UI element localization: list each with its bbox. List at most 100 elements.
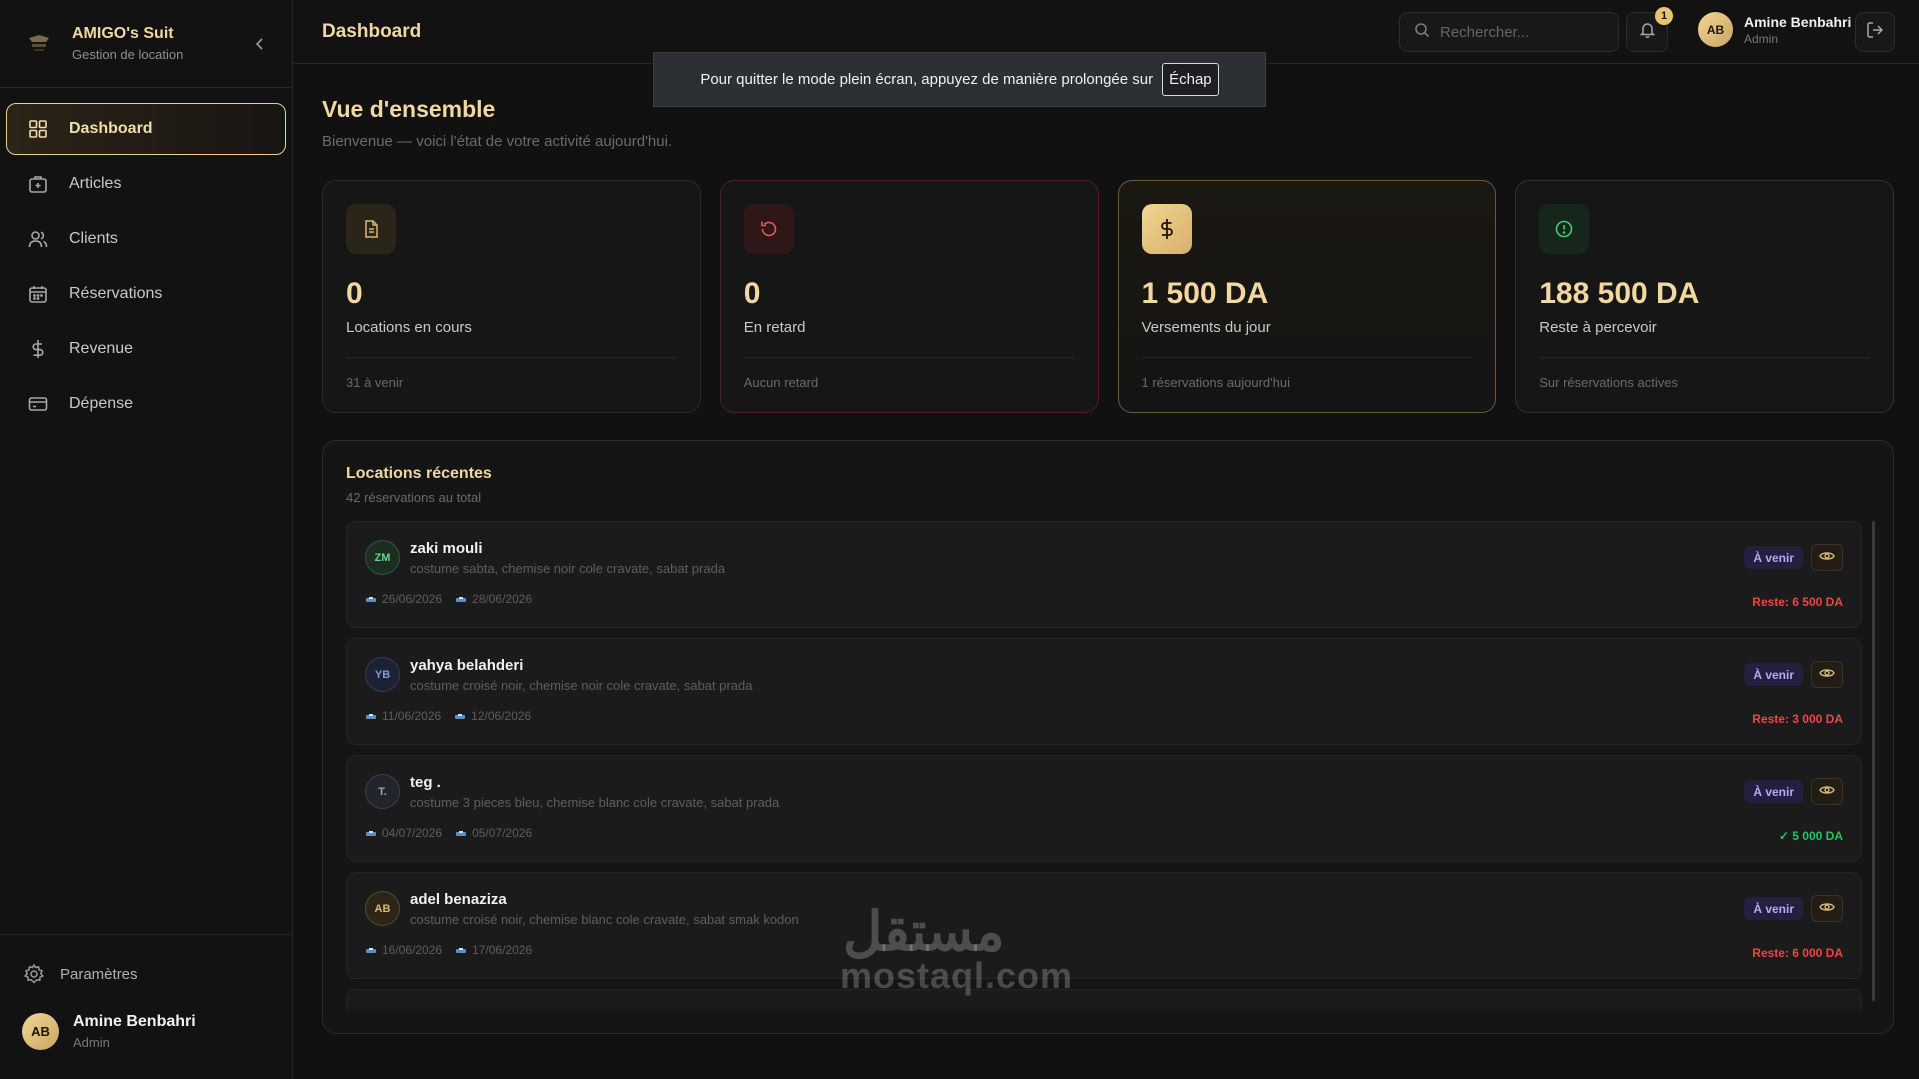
package-icon — [27, 173, 49, 195]
rented-items: costume sabta, chemise noir cole cravate… — [410, 561, 726, 576]
search-input[interactable] — [1440, 23, 1610, 41]
sidebar-item-articles[interactable]: Articles — [6, 158, 286, 210]
sidebar-item-reservations[interactable]: Réservations — [6, 268, 286, 320]
stat-card-locations: 0 Locations en cours 31 à venir — [322, 180, 701, 413]
status-badge: À venir — [1744, 663, 1803, 686]
rental-dates: 04/07/2026 05/07/2026 — [366, 826, 532, 840]
calendar-icon — [27, 283, 49, 305]
avatar: AB — [1698, 12, 1733, 47]
rented-items: costume 3 pieces bleu, chemise blanc col… — [410, 795, 780, 810]
user-role: Admin — [1744, 31, 1779, 46]
user-name: Amine Benbahri — [73, 1013, 196, 1030]
brand-logo-icon — [24, 29, 54, 59]
eye-icon — [1819, 666, 1835, 684]
avatar: AB — [22, 1013, 59, 1050]
fullscreen-toast: Pour quitter le mode plein écran, appuye… — [653, 52, 1266, 107]
stat-footnote: 31 à venir — [346, 375, 404, 390]
client-name: adel benaziza — [410, 891, 507, 908]
avatar: YB — [365, 657, 400, 692]
users-icon — [27, 228, 49, 250]
amount-label: Reste: 6 500 DA — [1752, 595, 1843, 609]
status-badge: À venir — [1744, 780, 1803, 803]
user-name: Amine Benbahri — [1744, 13, 1852, 30]
divider — [743, 357, 1075, 358]
sidebar-item-label: Revenue — [69, 340, 134, 357]
stat-value: 0 — [743, 277, 761, 310]
amount-label: Reste: 6 000 DA — [1752, 946, 1843, 960]
list-item[interactable]: AB adel benaziza costume croisé noir, ch… — [346, 872, 1862, 979]
client-name: yahya belahderi — [410, 657, 524, 674]
amount-label: Reste: 3 000 DA — [1752, 712, 1843, 726]
sidebar-item-depense[interactable]: Dépense — [6, 378, 286, 430]
amount-label: ✓ 5 000 DA — [1778, 829, 1843, 843]
logout-button[interactable] — [1855, 12, 1895, 52]
stat-value: 1 500 DA — [1141, 277, 1269, 310]
watermark-latin: mostaql.com — [840, 955, 1074, 996]
sidebar-item-label: Réservations — [69, 285, 163, 302]
watermark-arabic: مستقل — [843, 902, 1005, 962]
stat-card-reste: 188 500 DA Reste à percevoir Sur réserva… — [1515, 180, 1894, 413]
stat-label: Versements du jour — [1141, 319, 1271, 336]
list-item[interactable]: YB yahya belahderi costume croisé noir, … — [346, 638, 1862, 745]
list-item[interactable] — [346, 989, 1862, 1009]
user-role: Admin — [73, 1035, 110, 1050]
brand-subtitle: Gestion de location — [72, 47, 184, 62]
section-title: Locations récentes — [346, 465, 492, 482]
section-subtitle: 42 réservations au total — [346, 490, 482, 505]
list-item[interactable]: T. teg . costume 3 pieces bleu, chemise … — [346, 755, 1862, 862]
bell-icon — [1639, 21, 1656, 43]
page-title-header: Dashboard — [322, 21, 422, 42]
calendar-icon — [456, 826, 467, 840]
start-date: 04/07/2026 — [382, 826, 443, 840]
rental-list: ZM zaki mouli costume sabta, chemise noi… — [346, 521, 1875, 1009]
sidebar-item-label: Dashboard — [69, 120, 153, 137]
view-button[interactable] — [1811, 661, 1843, 688]
settings-label: Paramètres — [60, 965, 138, 983]
sidebar: AMIGO's Suit Gestion de location Dashboa… — [0, 0, 293, 1079]
view-button[interactable] — [1811, 895, 1843, 922]
recent-rentals-panel: Locations récentes 42 réservations au to… — [322, 440, 1894, 1034]
grid-icon — [27, 118, 49, 140]
sidebar-item-dashboard[interactable]: Dashboard — [6, 103, 286, 155]
toast-text: Pour quitter le mode plein écran, appuye… — [700, 71, 1154, 88]
sidebar-item-revenue[interactable]: Revenue — [6, 323, 286, 375]
escape-key-hint: Échap — [1162, 63, 1219, 96]
client-name: teg . — [410, 774, 441, 791]
stat-footnote: 1 réservations aujourd'hui — [1141, 375, 1290, 390]
scrollbar[interactable] — [1872, 521, 1875, 1001]
notifications-button[interactable]: 1 — [1626, 7, 1673, 52]
status-badge: À venir — [1744, 546, 1803, 569]
dollar-icon — [1141, 204, 1192, 254]
stat-label: Reste à percevoir — [1539, 319, 1657, 336]
document-icon — [346, 204, 396, 254]
rented-items: costume croisé noir, chemise blanc cole … — [410, 912, 799, 927]
stats-row: 0 Locations en cours 31 à venir 0 En ret… — [322, 180, 1894, 413]
start-date: 26/06/2026 — [382, 592, 443, 606]
credit-card-icon — [27, 393, 49, 415]
calendar-icon — [366, 592, 376, 606]
end-date: 12/06/2026 — [471, 709, 532, 723]
sidebar-item-label: Articles — [69, 175, 122, 192]
stat-footnote: Sur réservations actives — [1539, 375, 1678, 390]
brand: AMIGO's Suit Gestion de location — [0, 0, 292, 88]
status-badge: À venir — [1744, 897, 1803, 920]
search-icon — [1414, 22, 1430, 43]
end-date: 17/06/2026 — [472, 943, 533, 957]
list-item[interactable]: ZM zaki mouli costume sabta, chemise noi… — [346, 521, 1862, 628]
sidebar-item-settings[interactable]: Paramètres — [0, 935, 292, 1013]
view-button[interactable] — [1811, 778, 1843, 805]
calendar-icon — [456, 592, 467, 606]
brand-title: AMIGO's Suit — [72, 25, 174, 42]
view-button[interactable] — [1811, 544, 1843, 571]
calendar-icon — [366, 826, 376, 840]
sidebar-user[interactable]: AB Amine Benbahri Admin — [0, 1013, 292, 1050]
eye-icon — [1819, 783, 1835, 801]
sidebar-item-clients[interactable]: Clients — [6, 213, 286, 265]
topbar-user[interactable]: AB Amine Benbahri Admin — [1698, 12, 1851, 47]
rented-items: costume croisé noir, chemise noir cole c… — [410, 678, 753, 693]
main-content: Vue d'ensemble Bienvenue — voici l'état … — [322, 64, 1894, 1034]
collapse-sidebar-button[interactable] — [250, 34, 270, 54]
rental-dates: 16/06/2026 17/06/2026 — [366, 943, 532, 957]
sidebar-item-label: Dépense — [69, 395, 134, 412]
stat-value: 0 — [346, 277, 363, 310]
